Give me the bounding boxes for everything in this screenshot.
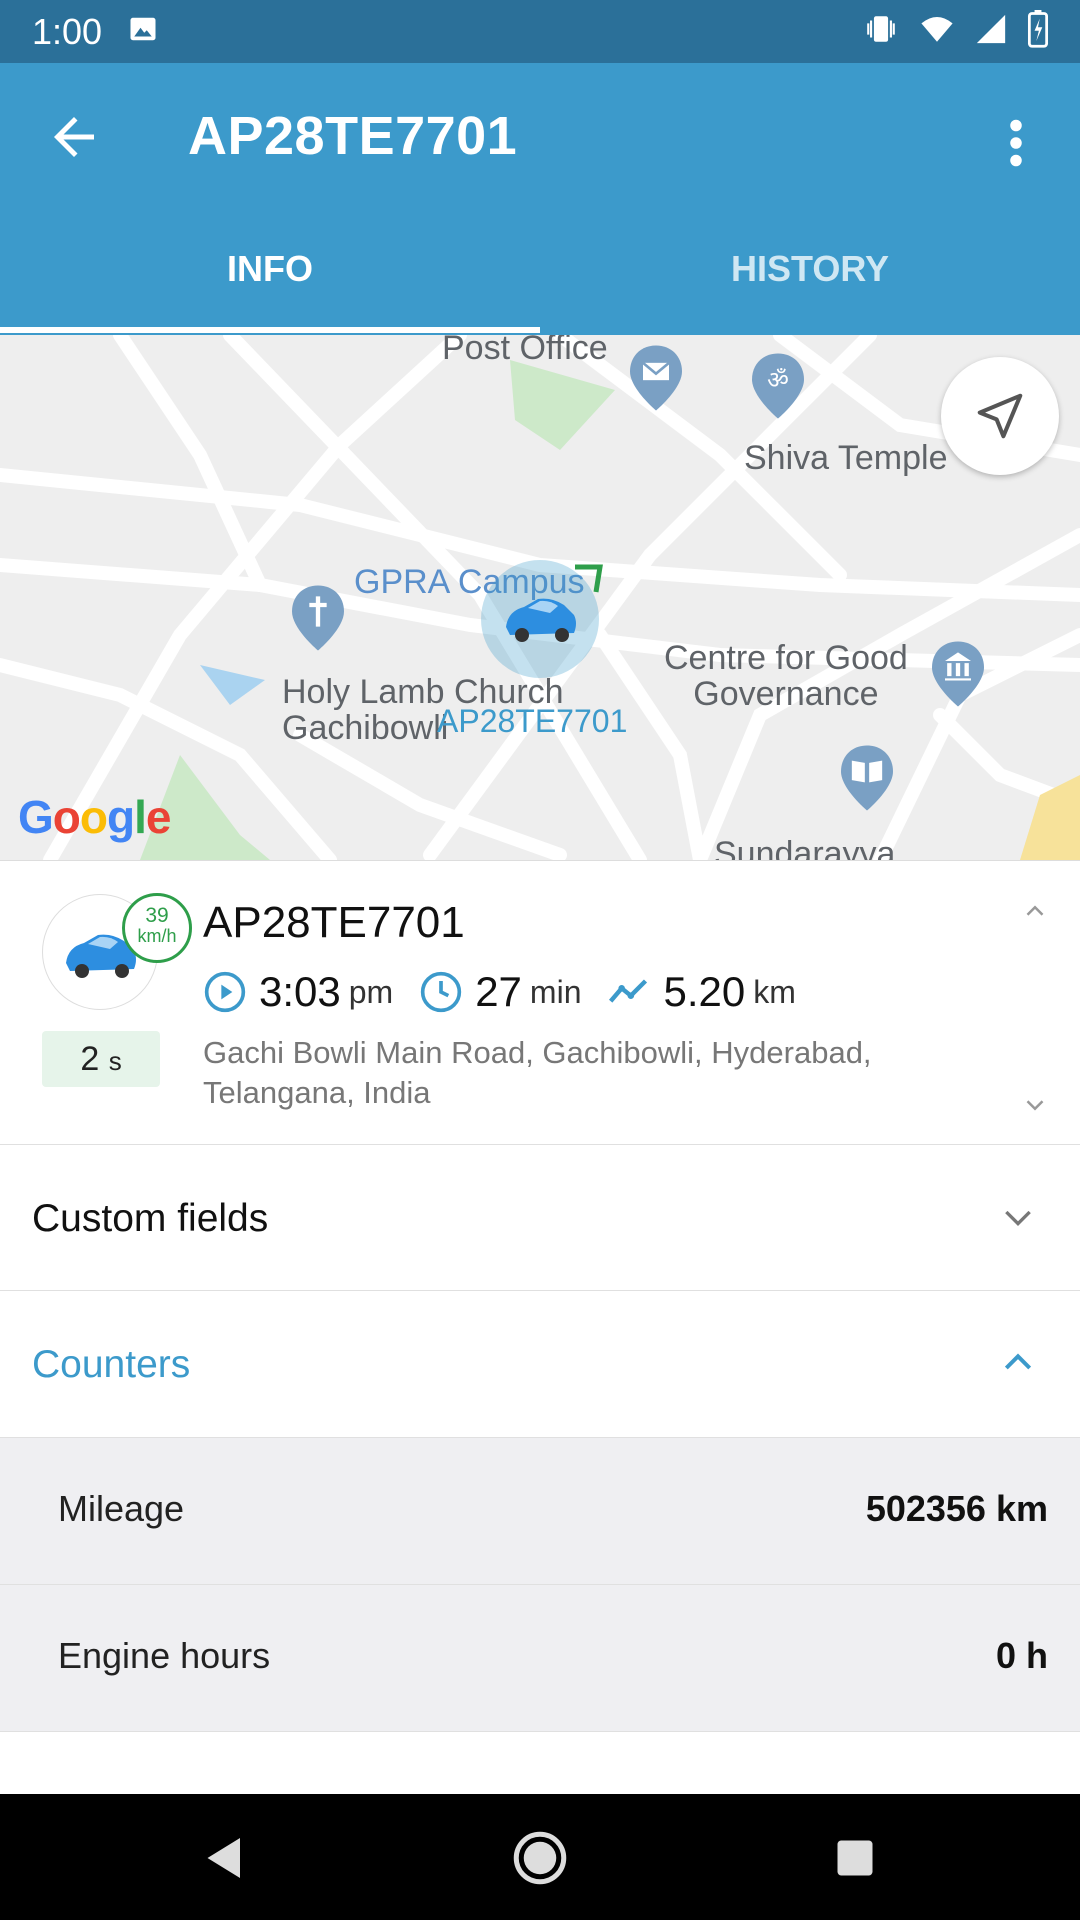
custom-fields-header[interactable]: Custom fields (0, 1145, 1080, 1290)
image-notification-icon (128, 14, 158, 49)
counter-label: Engine hours (58, 1635, 271, 1676)
back-button[interactable] (44, 107, 104, 167)
speed-badge: 39 km/h (122, 893, 192, 963)
last-update-chip: 2 s (42, 1031, 160, 1087)
wifi-icon (918, 12, 956, 51)
duration-value: 27 (475, 968, 522, 1015)
expand-sheet-button[interactable] (1020, 1090, 1050, 1125)
more-vert-icon (1010, 119, 1022, 167)
post-office-pin-icon (630, 345, 682, 416)
car-icon (506, 598, 576, 642)
library-pin-icon (841, 745, 893, 816)
map-label-post-office: Post Office (442, 335, 608, 367)
trip-metrics: 3:03 pm 27 min 5.20 km (203, 968, 822, 1016)
nav-home-button[interactable] (510, 1828, 570, 1888)
metric-time: 3:03 pm (203, 968, 393, 1016)
counters-title: Counters (32, 1343, 191, 1386)
metric-duration: 27 min (419, 968, 581, 1016)
time-unit: pm (348, 973, 394, 1010)
duration-unit: min (529, 973, 582, 1010)
app-bar: AP28TE7701 INFO HISTORY (0, 63, 1080, 335)
map-label-centre-good-governance: Centre for Good Governance (664, 639, 908, 713)
map-label-shiva-temple: Shiva Temple (744, 439, 948, 477)
unit-name: AP28TE7701 (203, 898, 465, 947)
counters-header[interactable]: Counters (0, 1291, 1080, 1437)
nav-recents-button[interactable] (825, 1828, 885, 1888)
square-recents-icon (837, 1840, 873, 1876)
temple-pin-icon: ॐ (752, 353, 804, 424)
map-label-sundarayya: Sundarayya (714, 835, 896, 860)
svg-text:ॐ: ॐ (767, 366, 789, 394)
status-time: 1:00 (32, 10, 103, 52)
collapse-sheet-button[interactable] (1020, 896, 1050, 931)
my-location-button[interactable] (941, 357, 1059, 475)
page-title: AP28TE7701 (188, 106, 518, 166)
trend-line-icon (609, 979, 648, 1003)
divider (0, 1731, 1080, 1732)
custom-fields-title: Custom fields (32, 1197, 269, 1240)
distance-value: 5.20 (663, 968, 746, 1015)
tab-indicator (0, 327, 540, 333)
battery-icon (1026, 10, 1050, 53)
navigation-arrow-icon (977, 393, 1023, 439)
nav-back-button[interactable] (195, 1828, 255, 1888)
speed-unit: km/h (137, 926, 177, 946)
metric-distance: 5.20 km (607, 968, 796, 1016)
time-value: 3:03 (259, 968, 341, 1015)
government-pin-icon (932, 641, 984, 712)
age-value: 2 (80, 1040, 100, 1078)
system-navigation-bar (0, 1794, 1080, 1920)
chevron-up-icon (1026, 905, 1044, 916)
triangle-back-icon (207, 1838, 240, 1878)
status-bar: 1:00 (0, 0, 1080, 63)
age-unit: s (108, 1046, 122, 1076)
counter-row-mileage[interactable]: Mileage 502356 km (0, 1438, 1080, 1584)
counter-label: Mileage (58, 1488, 185, 1529)
church-pin-icon (292, 585, 344, 656)
chevron-up-icon (998, 1343, 1038, 1388)
map-view[interactable]: Post Office ॐ Shiva Temple GPRA Campus H… (0, 335, 1080, 860)
unit-address: Gachi Bowli Main Road, Gachibowli, Hyder… (203, 1035, 872, 1110)
clock-icon (421, 971, 462, 1013)
counter-value: 0 h (995, 1635, 1048, 1676)
distance-unit: km (753, 973, 796, 1010)
tab-history[interactable]: HISTORY (540, 248, 1080, 290)
google-logo: Google (18, 791, 171, 843)
counter-row-engine-hours[interactable]: Engine hours 0 h (0, 1585, 1080, 1731)
arrow-back-icon (54, 117, 94, 157)
unit-marker[interactable] (481, 560, 599, 678)
map-label-unit: AP28TE7701 (437, 703, 628, 739)
circle-home-icon (513, 1831, 567, 1885)
chevron-down-icon (998, 1197, 1038, 1242)
speed-value: 39 (145, 904, 169, 927)
vibrate-icon (862, 12, 900, 51)
counter-value: 502356 km (865, 1488, 1048, 1529)
play-circle-icon (204, 971, 246, 1013)
signal-icon (974, 12, 1008, 51)
chevron-down-icon (1026, 1100, 1044, 1111)
more-options-button[interactable] (998, 113, 1034, 173)
tab-info[interactable]: INFO (0, 248, 540, 290)
